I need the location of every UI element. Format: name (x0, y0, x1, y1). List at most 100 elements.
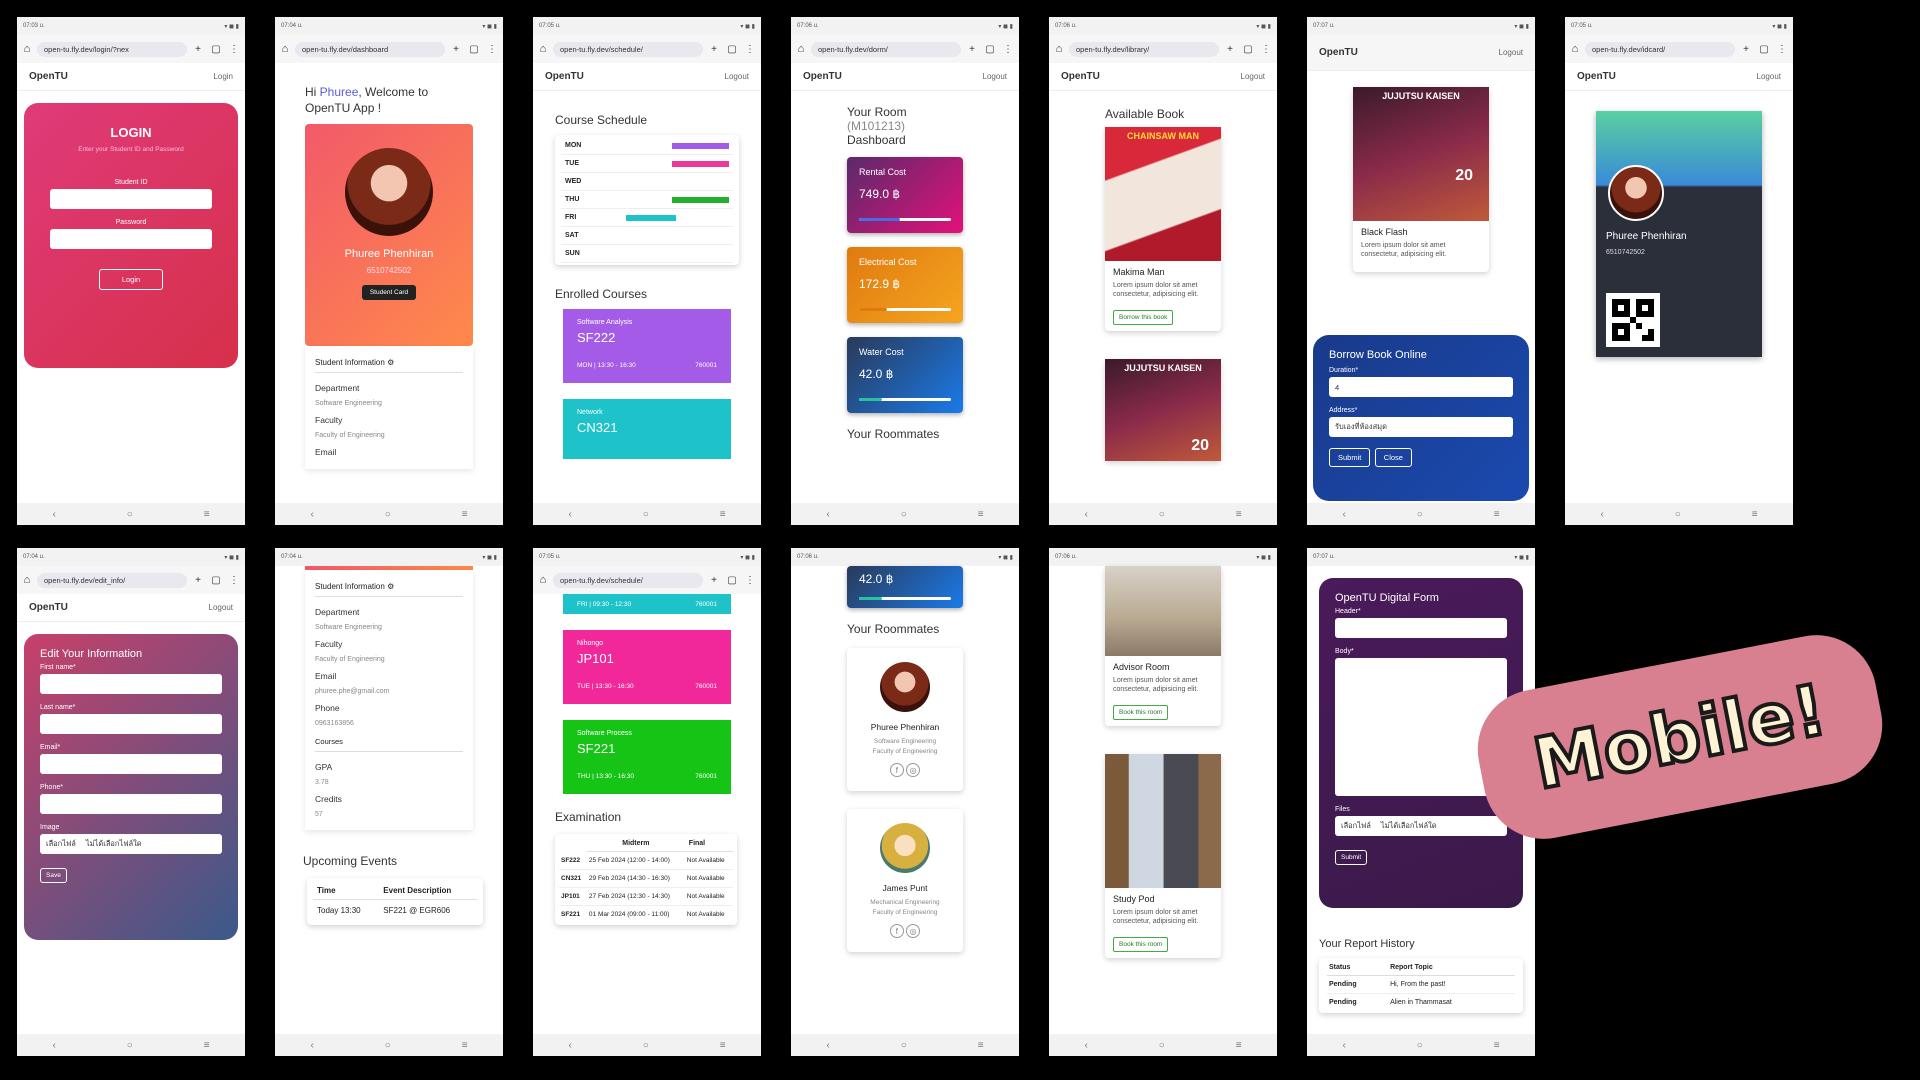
choose-file-button[interactable]: เลือกไฟล์ (1341, 820, 1371, 832)
back-icon[interactable]: ‹ (52, 509, 55, 520)
url-field[interactable]: open-tu.fly.dev/schedule/ (553, 572, 703, 588)
recent-apps-icon[interactable]: ≡ (1236, 1040, 1242, 1051)
menu-dots-icon[interactable]: ⋮ (1259, 44, 1273, 55)
url-field[interactable]: open-tu.fly.dev/library/ (1069, 41, 1219, 57)
back-icon[interactable]: ‹ (1600, 509, 1603, 520)
recent-apps-icon[interactable]: ≡ (1236, 509, 1242, 520)
home-circle-icon[interactable]: ○ (643, 509, 649, 520)
course-card[interactable]: Nihongo JP101 TUE | 13:30 - 16:30 760001 (563, 630, 731, 704)
recent-apps-icon[interactable]: ≡ (462, 1040, 468, 1051)
home-circle-icon[interactable]: ○ (1159, 509, 1165, 520)
tabs-icon[interactable]: ▢ (725, 44, 739, 55)
book-room-button[interactable]: Book this room (1113, 704, 1169, 720)
tabs-icon[interactable]: ▢ (1757, 44, 1771, 55)
recent-apps-icon[interactable]: ≡ (978, 1040, 984, 1051)
phone-input[interactable] (40, 794, 222, 814)
home-circle-icon[interactable]: ○ (901, 1040, 907, 1051)
instagram-icon[interactable]: ◎ (906, 763, 921, 777)
back-icon[interactable]: ‹ (826, 509, 829, 520)
recent-apps-icon[interactable]: ≡ (978, 509, 984, 520)
home-circle-icon[interactable]: ○ (1417, 509, 1423, 520)
last-name-input[interactable] (40, 714, 222, 734)
header-input[interactable] (1335, 618, 1507, 638)
borrow-book-button[interactable]: Borrow this book (1113, 309, 1174, 325)
tabs-icon[interactable]: ▢ (983, 44, 997, 55)
home-icon[interactable]: ⌂ (21, 43, 33, 55)
home-circle-icon[interactable]: ○ (901, 509, 907, 520)
back-icon[interactable]: ‹ (1342, 1040, 1345, 1051)
new-tab-icon[interactable]: + (191, 44, 205, 55)
facebook-icon[interactable]: f (889, 763, 904, 777)
back-icon[interactable]: ‹ (1084, 1040, 1087, 1051)
home-circle-icon[interactable]: ○ (643, 1040, 649, 1051)
recent-apps-icon[interactable]: ≡ (720, 1040, 726, 1051)
brand-logo[interactable]: OpenTU (1061, 71, 1100, 82)
brand-logo[interactable]: OpenTU (29, 602, 68, 613)
home-icon[interactable]: ⌂ (279, 43, 291, 55)
brand-logo[interactable]: OpenTU (1319, 47, 1358, 58)
student-card-button[interactable]: Student Card (361, 285, 417, 301)
close-button[interactable]: Close (1374, 448, 1412, 467)
book-room-button[interactable]: Book this room (1113, 936, 1169, 952)
logout-link[interactable]: Logout (1757, 72, 1781, 81)
new-tab-icon[interactable]: + (1223, 44, 1237, 55)
address-input[interactable]: รับเองที่ห้องสมุด (1329, 417, 1513, 437)
menu-dots-icon[interactable]: ⋮ (1775, 44, 1789, 55)
new-tab-icon[interactable]: + (707, 575, 721, 586)
login-link[interactable]: Login (213, 72, 233, 81)
home-circle-icon[interactable]: ○ (1675, 509, 1681, 520)
password-input[interactable] (50, 229, 212, 249)
course-card[interactable]: Software Analysis SF222 MON | 13:30 - 16… (563, 309, 731, 383)
choose-file-button[interactable]: เลือกไฟล์ (46, 838, 76, 850)
gear-icon[interactable]: ⚙ (387, 582, 394, 591)
logout-link[interactable]: Logout (1499, 48, 1523, 57)
recent-apps-icon[interactable]: ≡ (1494, 509, 1500, 520)
brand-logo[interactable]: OpenTU (545, 71, 584, 82)
url-field[interactable]: open-tu.fly.dev/dashboard (295, 41, 445, 57)
course-card[interactable]: Network CN321 (563, 399, 731, 459)
back-icon[interactable]: ‹ (826, 1040, 829, 1051)
home-circle-icon[interactable]: ○ (1417, 1040, 1423, 1051)
logout-link[interactable]: Logout (725, 72, 749, 81)
home-icon[interactable]: ⌂ (795, 43, 807, 55)
logout-link[interactable]: Logout (1241, 72, 1265, 81)
recent-apps-icon[interactable]: ≡ (204, 509, 210, 520)
recent-apps-icon[interactable]: ≡ (1752, 509, 1758, 520)
new-tab-icon[interactable]: + (191, 575, 205, 586)
back-icon[interactable]: ‹ (568, 509, 571, 520)
files-input[interactable]: เลือกไฟล์ ไม่ได้เลือกไฟล์ใด (1335, 816, 1507, 836)
submit-button[interactable]: Submit (1329, 448, 1371, 467)
back-icon[interactable]: ‹ (1084, 509, 1087, 520)
url-field[interactable]: open-tu.fly.dev/edit_info/ (37, 572, 187, 588)
submit-button[interactable]: Submit (1335, 850, 1368, 865)
brand-logo[interactable]: OpenTU (1577, 71, 1616, 82)
menu-dots-icon[interactable]: ⋮ (743, 44, 757, 55)
facebook-icon[interactable]: f (889, 924, 904, 938)
tabs-icon[interactable]: ▢ (1241, 44, 1255, 55)
tabs-icon[interactable]: ▢ (467, 44, 481, 55)
home-circle-icon[interactable]: ○ (127, 1040, 133, 1051)
first-name-input[interactable] (40, 674, 222, 694)
back-icon[interactable]: ‹ (310, 1040, 313, 1051)
back-icon[interactable]: ‹ (52, 1040, 55, 1051)
login-button[interactable]: Login (98, 269, 164, 290)
brand-logo[interactable]: OpenTU (803, 71, 842, 82)
home-circle-icon[interactable]: ○ (385, 509, 391, 520)
course-card[interactable]: Software Process SF221 THU | 13:30 - 16:… (563, 720, 731, 794)
home-circle-icon[interactable]: ○ (385, 1040, 391, 1051)
home-icon[interactable]: ⌂ (1053, 43, 1065, 55)
tabs-icon[interactable]: ▢ (725, 575, 739, 586)
duration-input[interactable]: 4 (1329, 377, 1513, 397)
new-tab-icon[interactable]: + (449, 44, 463, 55)
instagram-icon[interactable]: ◎ (906, 924, 921, 938)
logout-link[interactable]: Logout (209, 603, 233, 612)
recent-apps-icon[interactable]: ≡ (204, 1040, 210, 1051)
home-circle-icon[interactable]: ○ (127, 509, 133, 520)
home-icon[interactable]: ⌂ (1569, 43, 1581, 55)
home-circle-icon[interactable]: ○ (1159, 1040, 1165, 1051)
save-button[interactable]: Save (40, 868, 67, 883)
menu-dots-icon[interactable]: ⋮ (743, 575, 757, 586)
tabs-icon[interactable]: ▢ (209, 575, 223, 586)
gear-icon[interactable]: ⚙ (387, 358, 394, 367)
recent-apps-icon[interactable]: ≡ (1494, 1040, 1500, 1051)
